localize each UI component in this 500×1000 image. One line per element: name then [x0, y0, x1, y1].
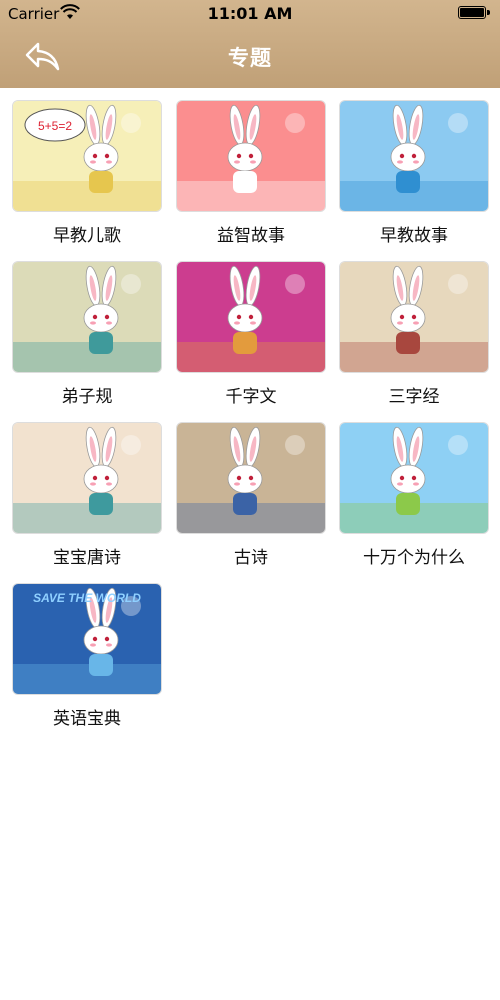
- topic-thumbnail[interactable]: [339, 100, 489, 212]
- topic-card[interactable]: 早教故事: [339, 100, 489, 246]
- topic-label[interactable]: 古诗: [176, 543, 326, 568]
- topic-card[interactable]: SAVE THE WORLD 英语宝典: [12, 583, 162, 729]
- topic-card[interactable]: 三字经: [339, 261, 489, 407]
- topic-thumbnail[interactable]: 5+5=2: [12, 100, 162, 212]
- topic-card[interactable]: 益智故事: [176, 100, 326, 246]
- topic-card[interactable]: 古诗: [176, 422, 326, 568]
- topic-label[interactable]: 早教故事: [339, 221, 489, 246]
- page-title: 专题: [228, 46, 272, 70]
- clock: 11:01 AM: [207, 4, 293, 23]
- topic-card[interactable]: 弟子规: [12, 261, 162, 407]
- topic-label[interactable]: 千字文: [176, 382, 326, 407]
- status-bar: Carrier 11:01 AM: [0, 0, 500, 28]
- topic-card[interactable]: 宝宝唐诗: [12, 422, 162, 568]
- topic-label[interactable]: 三字经: [339, 382, 489, 407]
- topic-card[interactable]: 十万个为什么: [339, 422, 489, 568]
- topic-label[interactable]: 弟子规: [12, 382, 162, 407]
- topic-thumbnail[interactable]: [339, 261, 489, 373]
- topic-thumbnail[interactable]: [339, 422, 489, 534]
- topic-label[interactable]: 宝宝唐诗: [12, 543, 162, 568]
- battery-icon: [458, 6, 490, 19]
- topic-thumbnail[interactable]: [12, 261, 162, 373]
- topic-label[interactable]: 益智故事: [176, 221, 326, 246]
- topic-thumbnail[interactable]: [176, 100, 326, 212]
- topic-card[interactable]: 5+5=2 早教儿歌: [12, 100, 162, 246]
- navigation-bar: Carrier 11:01 AM 专题: [0, 0, 500, 88]
- topic-thumbnail[interactable]: [12, 422, 162, 534]
- topic-thumbnail[interactable]: SAVE THE WORLD: [12, 583, 162, 695]
- bubble-text: 5+5=2: [38, 119, 72, 133]
- topic-thumbnail[interactable]: [176, 261, 326, 373]
- banner-text: SAVE THE WORLD: [33, 591, 141, 605]
- topic-thumbnail[interactable]: [176, 422, 326, 534]
- topic-label[interactable]: 英语宝典: [12, 704, 162, 729]
- topic-label[interactable]: 早教儿歌: [12, 221, 162, 246]
- topic-label[interactable]: 十万个为什么: [339, 543, 489, 568]
- topic-card[interactable]: 千字文: [176, 261, 326, 407]
